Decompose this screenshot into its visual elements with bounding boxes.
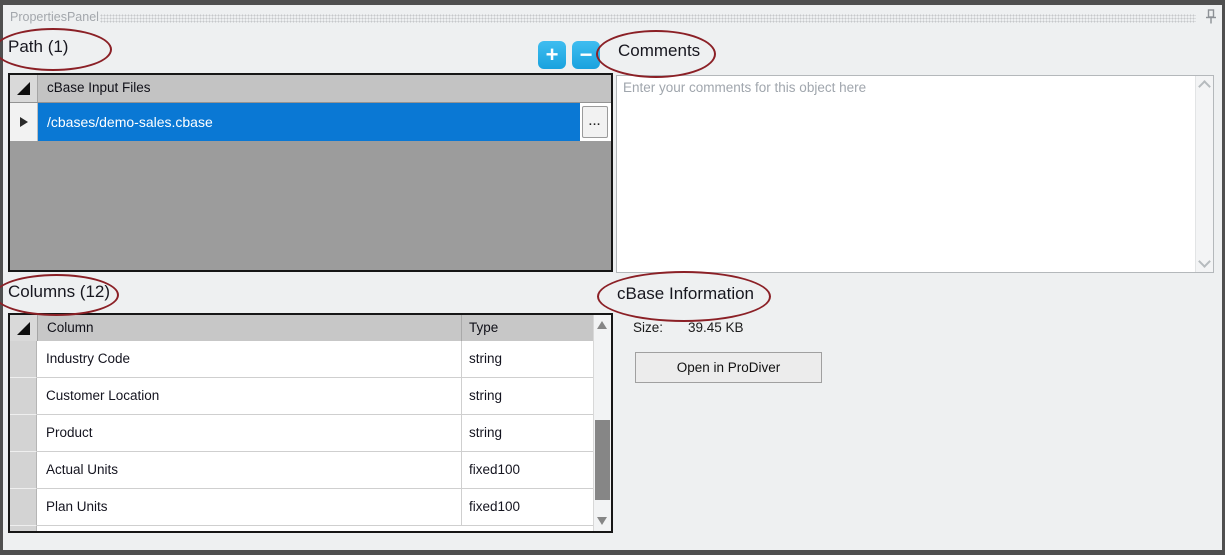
type-cell: fixed100 — [462, 489, 593, 526]
properties-panel: PropertiesPanel Path (1) Comments Column… — [0, 0, 1225, 555]
type-cell: string — [462, 378, 593, 415]
cbase-info-section-label: cBase Information — [617, 284, 754, 304]
cbase-path-cell[interactable]: /cbases/demo-sales.cbase — [38, 103, 580, 141]
column-cell: Industry Code — [37, 341, 462, 378]
scroll-up-icon[interactable] — [1198, 80, 1211, 93]
column-cell: Customer Location — [37, 378, 462, 415]
columns-table-header-row: Column Type — [10, 315, 611, 342]
select-all-cell[interactable] — [10, 315, 38, 341]
path-grid: cBase Input Files /cbases/demo-sales.cba… — [8, 73, 613, 272]
size-label: Size: — [633, 320, 663, 335]
remove-path-button[interactable]: − — [572, 41, 600, 69]
select-all-icon — [17, 82, 30, 95]
current-row-icon — [20, 117, 28, 127]
column-cell: Actual Units — [37, 452, 462, 489]
scroll-up-icon[interactable] — [597, 321, 607, 329]
select-all-icon — [17, 322, 30, 335]
columns-table-scrollbar[interactable] — [593, 315, 611, 531]
table-row[interactable]: Actual Units fixed100 — [10, 452, 593, 489]
browse-button[interactable]: ... — [582, 106, 608, 138]
pin-icon[interactable] — [1202, 8, 1220, 26]
columns-table: Column Type Industry Code string Custome… — [8, 313, 613, 533]
title-grip-texture — [100, 14, 1196, 23]
scroll-down-icon[interactable] — [597, 517, 607, 525]
type-header[interactable]: Type — [462, 315, 611, 341]
row-selector-cell[interactable] — [10, 341, 37, 378]
scrollbar-thumb[interactable] — [595, 420, 610, 500]
comments-input[interactable] — [617, 76, 1195, 270]
row-selector-cell[interactable] — [10, 378, 37, 415]
row-selector-cell[interactable] — [10, 489, 37, 526]
path-grid-row: /cbases/demo-sales.cbase ... — [10, 103, 611, 141]
select-all-cell[interactable] — [10, 75, 38, 102]
comments-box — [616, 75, 1214, 273]
column-cell: Plan Units — [37, 489, 462, 526]
column-cell: Product — [37, 415, 462, 452]
panel-title: PropertiesPanel — [10, 10, 99, 24]
add-path-button[interactable]: + — [538, 41, 566, 69]
columns-section-label: Columns (12) — [8, 282, 110, 302]
size-value: 39.45 KB — [688, 320, 744, 335]
table-row[interactable]: Customer Location string — [10, 378, 593, 415]
path-section-label: Path (1) — [8, 37, 68, 57]
path-grid-header-row: cBase Input Files — [10, 75, 611, 103]
partial-row-selector — [10, 526, 37, 531]
row-selector-cell[interactable] — [10, 103, 38, 141]
table-row[interactable]: Plan Units fixed100 — [10, 489, 593, 526]
comments-section-label: Comments — [618, 41, 700, 61]
type-cell: fixed100 — [462, 452, 593, 489]
row-selector-cell[interactable] — [10, 415, 37, 452]
table-row[interactable]: Product string — [10, 415, 593, 452]
type-cell: string — [462, 415, 593, 452]
open-in-prodiver-button[interactable]: Open in ProDiver — [635, 352, 822, 383]
partial-row — [10, 526, 593, 531]
table-row[interactable]: Industry Code string — [10, 341, 593, 378]
column-header[interactable]: Column — [38, 315, 462, 341]
scroll-down-icon[interactable] — [1198, 255, 1211, 268]
plus-icon: + — [546, 42, 559, 67]
type-cell: string — [462, 341, 593, 378]
comments-scrollbar[interactable] — [1195, 76, 1213, 272]
row-selector-cell[interactable] — [10, 452, 37, 489]
path-grid-column-header[interactable]: cBase Input Files — [38, 75, 611, 102]
minus-icon: − — [580, 42, 593, 67]
